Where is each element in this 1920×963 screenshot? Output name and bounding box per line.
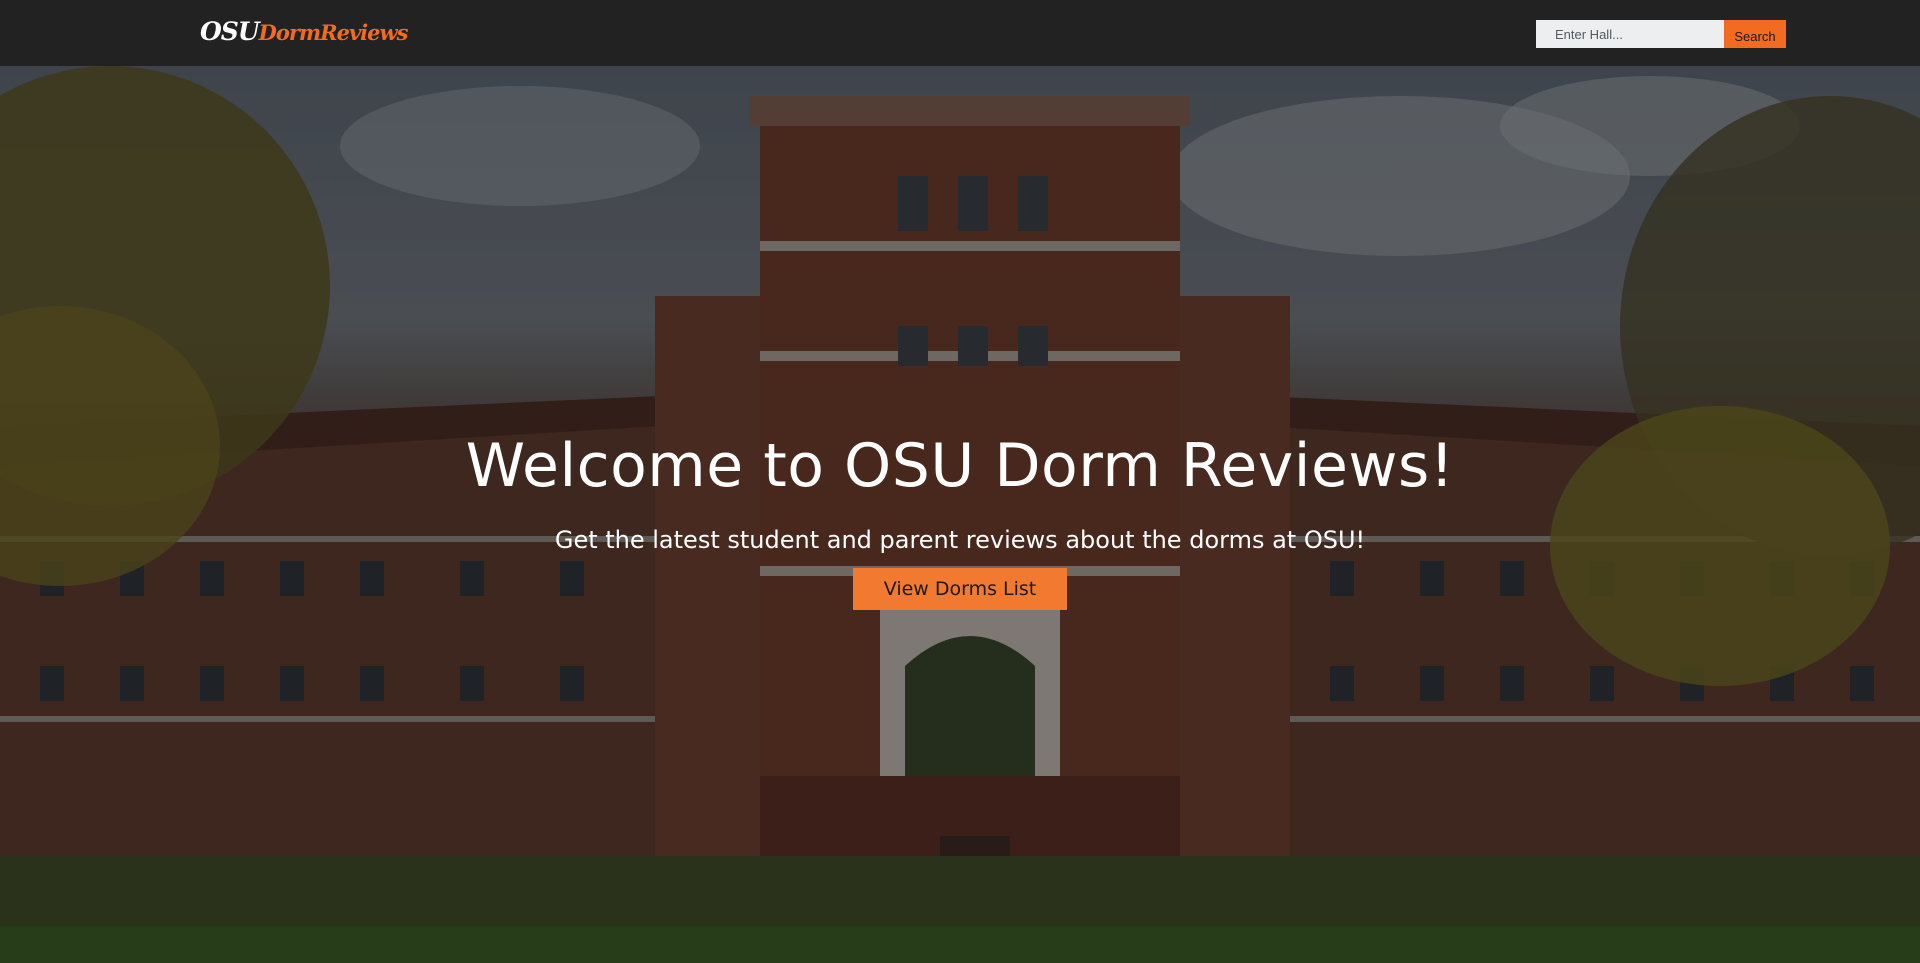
logo-dormreviews-text: DormReviews <box>258 20 409 45</box>
hero-subtitle: Get the latest student and parent review… <box>554 526 1366 554</box>
top-navbar: OSUDormReviews Search <box>0 0 1920 66</box>
hall-search-input[interactable] <box>1536 20 1724 48</box>
hero-dark-overlay <box>0 66 1920 963</box>
logo-osu-text: OSU <box>200 17 260 46</box>
hero-section: Welcome to OSU Dorm Reviews! Get the lat… <box>0 66 1920 963</box>
hall-search-form: Search <box>1536 20 1786 48</box>
view-dorms-list-button[interactable]: View Dorms List <box>853 568 1067 610</box>
hero-title: Welcome to OSU Dorm Reviews! <box>465 431 1455 501</box>
site-logo[interactable]: OSUDormReviews <box>200 14 409 51</box>
search-button[interactable]: Search <box>1724 20 1786 48</box>
